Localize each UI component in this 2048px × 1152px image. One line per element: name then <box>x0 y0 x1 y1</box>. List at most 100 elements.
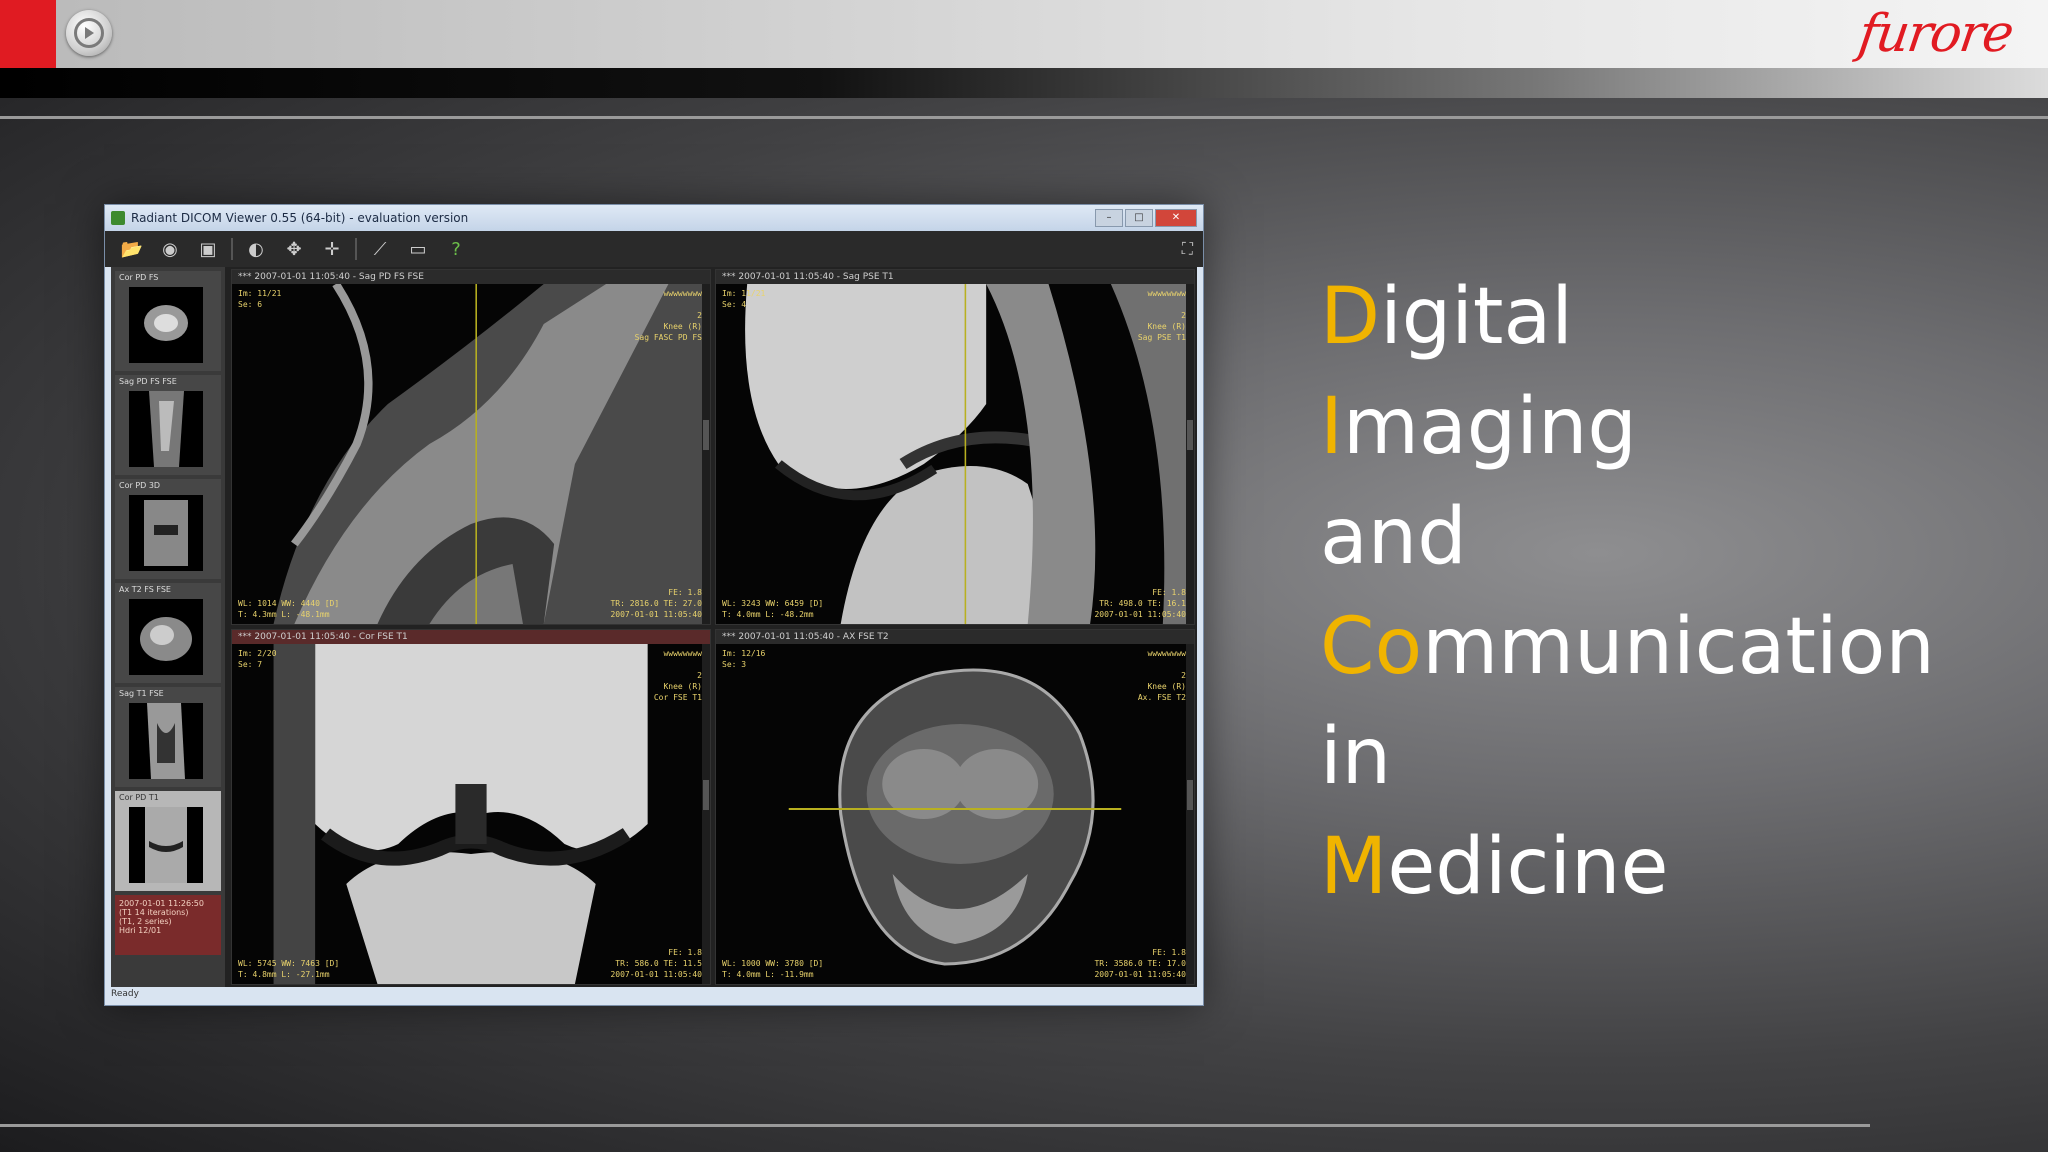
thumbnail-image <box>129 703 203 779</box>
headline-rest: in <box>1320 712 1392 802</box>
mri-axial-t2-image <box>716 644 1194 984</box>
thumbnail-label: Ax T2 FS FSE <box>119 585 171 594</box>
headline-accent: I <box>1320 382 1344 472</box>
help-icon[interactable]: ? <box>441 237 471 261</box>
window-statusbar: Ready <box>111 989 139 999</box>
minimize-button[interactable]: – <box>1095 209 1123 227</box>
database-icon[interactable]: ◉ <box>155 237 185 261</box>
crosshair-icon[interactable]: ✛ <box>317 237 347 261</box>
thumbnail-image <box>129 807 203 883</box>
measure-icon[interactable]: ⟋ <box>365 237 395 261</box>
viewport-scrollbar[interactable] <box>1186 644 1194 984</box>
folder-open-icon[interactable]: 📂 <box>117 237 147 261</box>
overlay-bottom-left: WL: 5745 WW: 7463 [D] T: 4.8mm L: -27.1m… <box>238 959 340 979</box>
thumbnail-label: Cor PD 3D <box>119 481 161 490</box>
viewport-header: *** 2007-01-01 11:05:40 - Sag PSE T1 <box>716 270 1194 284</box>
headline-line: in <box>1320 702 1935 812</box>
toolbar-separator <box>355 238 357 260</box>
headline-rest: edicine <box>1387 822 1669 912</box>
headline-rest: maging <box>1343 382 1637 472</box>
viewport-header: *** 2007-01-01 11:05:40 - AX FSE T2 <box>716 630 1194 644</box>
toolbar-separator <box>231 238 233 260</box>
viewport-scrollbar[interactable] <box>1186 284 1194 624</box>
pan-icon[interactable]: ✥ <box>279 237 309 261</box>
overlay-bottom-left: WL: 1000 WW: 3780 [D] T: 4.0mm L: -11.9m… <box>722 959 824 979</box>
viewport-coronal-t1[interactable]: *** 2007-01-01 11:05:40 - Cor FSE T1 Im:… <box>231 629 711 985</box>
overlay-bottom-right: FE: 1.8 TR: 3586.0 TE: 17.0 2007-01-01 1… <box>1094 948 1186 979</box>
headline-rest: mmunication <box>1422 602 1935 692</box>
thumbnail-image <box>129 495 203 571</box>
headline-accent: D <box>1320 272 1381 362</box>
series-thumbnail[interactable]: Sag T1 FSE <box>115 687 221 787</box>
overlay-top-right: wwwwwwww 2 Knee (R) Sag FASC PD FS <box>634 289 702 342</box>
save-icon[interactable]: ▣ <box>193 237 223 261</box>
series-info-line: Hdri 12/01 <box>119 926 162 935</box>
window-title: Radiant DICOM Viewer 0.55 (64-bit) - eva… <box>131 211 469 225</box>
viewer-toolbar: 📂 ◉ ▣ ◐ ✥ ✛ ⟋ ▭ ? ⛶ <box>105 231 1203 267</box>
overlay-top-left: Im: 11/21 Se: 4 <box>722 289 766 309</box>
viewport-scrollbar[interactable] <box>702 644 710 984</box>
overlay-top-left: Im: 2/20 Se: 7 <box>238 649 277 669</box>
series-thumbnail[interactable]: Sag PD FS FSE <box>115 375 221 475</box>
series-info-line: (T1, 2 series) <box>119 917 172 926</box>
viewport-header: *** 2007-01-01 11:05:40 - Cor FSE T1 <box>232 630 710 644</box>
expand-icon[interactable]: ⛶ <box>1182 239 1193 259</box>
headline-rest: and <box>1320 492 1467 582</box>
series-thumbnails: Cor PD FS Sag PD FS FSE Cor PD 3D Ax T2 … <box>111 267 225 987</box>
headline-line: Digital <box>1320 262 1935 372</box>
viewport-scrollbar[interactable] <box>702 284 710 624</box>
overlay-bottom-right: FE: 1.8 TR: 498.0 TE: 16.1 2007-01-01 11… <box>1094 588 1186 619</box>
headline-line: Imaging <box>1320 372 1935 482</box>
headline-line: and <box>1320 482 1935 592</box>
headline-line: Medicine <box>1320 812 1935 922</box>
overlay-bottom-left: WL: 3243 WW: 6459 [D] T: 4.0mm L: -48.2m… <box>722 599 824 619</box>
overlay-bottom-right: FE: 1.8 TR: 2816.0 TE: 27.0 2007-01-01 1… <box>610 588 702 619</box>
play-button[interactable] <box>66 10 112 56</box>
overlay-bottom-right: FE: 1.8 TR: 586.0 TE: 11.5 2007-01-01 11… <box>610 948 702 979</box>
headline-accent: Co <box>1320 602 1423 692</box>
overlay-top-left: Im: 11/21 Se: 6 <box>238 289 282 309</box>
maximize-button[interactable]: □ <box>1125 209 1153 227</box>
headline-line: Communication <box>1320 592 1935 702</box>
overlay-top-right: wwwwwwww 2 Knee (R) Sag PSE T1 <box>1137 289 1186 342</box>
overlay-top-left: Im: 12/16 Se: 3 <box>722 649 766 669</box>
headline-block: Digital Imaging and Communication in Med… <box>1320 262 1935 922</box>
series-thumbnail-active[interactable]: Cor PD T1 <box>115 791 221 891</box>
scroll-thumb[interactable] <box>703 780 709 810</box>
mri-sagittal-t1-image <box>716 284 1194 624</box>
play-icon <box>74 18 104 48</box>
top-banner: furore <box>0 0 2048 68</box>
thumbnail-image <box>129 287 203 363</box>
series-thumbnail[interactable]: Cor PD FS <box>115 271 221 371</box>
screenshot-icon[interactable]: ▭ <box>403 237 433 261</box>
window-level-icon[interactable]: ◐ <box>241 237 271 261</box>
window-titlebar: Radiant DICOM Viewer 0.55 (64-bit) - eva… <box>105 205 1203 231</box>
dicom-viewer-window: Radiant DICOM Viewer 0.55 (64-bit) - eva… <box>104 204 1204 1006</box>
furore-logo: furore <box>1855 4 2017 64</box>
header-band <box>0 68 2048 98</box>
series-thumbnail[interactable]: Ax T2 FS FSE <box>115 583 221 683</box>
thumbnail-image <box>129 599 203 675</box>
scroll-thumb[interactable] <box>1187 420 1193 450</box>
thumbnail-label: Sag T1 FSE <box>119 689 164 698</box>
thumbnail-label: Cor PD T1 <box>119 793 159 802</box>
series-thumbnail[interactable]: Cor PD 3D <box>115 479 221 579</box>
viewport-axial-t2[interactable]: *** 2007-01-01 11:05:40 - AX FSE T2 Im: … <box>715 629 1195 985</box>
app-icon <box>111 211 125 225</box>
close-button[interactable]: ✕ <box>1155 209 1197 227</box>
series-info-panel: 2007-01-01 11:26:50 (T1 14 iterations) (… <box>115 895 221 955</box>
viewport-sagittal-t1[interactable]: *** 2007-01-01 11:05:40 - Sag PSE T1 Im:… <box>715 269 1195 625</box>
bottom-divider <box>0 1124 1870 1127</box>
viewport-header: *** 2007-01-01 11:05:40 - Sag PD FS FSE <box>232 270 710 284</box>
scroll-thumb[interactable] <box>703 420 709 450</box>
red-accent-block <box>0 0 56 68</box>
scroll-thumb[interactable] <box>1187 780 1193 810</box>
viewport-grid: *** 2007-01-01 11:05:40 - Sag PD FS FSE … <box>225 267 1197 987</box>
overlay-bottom-left: WL: 1014 WW: 4440 [D] T: 4.3mm L: -48.1m… <box>238 599 340 619</box>
headline-rest: igital <box>1380 272 1573 362</box>
mri-coronal-t1-image <box>232 644 710 984</box>
top-divider <box>0 116 2048 119</box>
overlay-top-right: wwwwwwww 2 Knee (R) Cor FSE T1 <box>653 649 702 702</box>
viewer-content: Cor PD FS Sag PD FS FSE Cor PD 3D Ax T2 … <box>111 267 1197 987</box>
viewport-sagittal-pd[interactable]: *** 2007-01-01 11:05:40 - Sag PD FS FSE … <box>231 269 711 625</box>
